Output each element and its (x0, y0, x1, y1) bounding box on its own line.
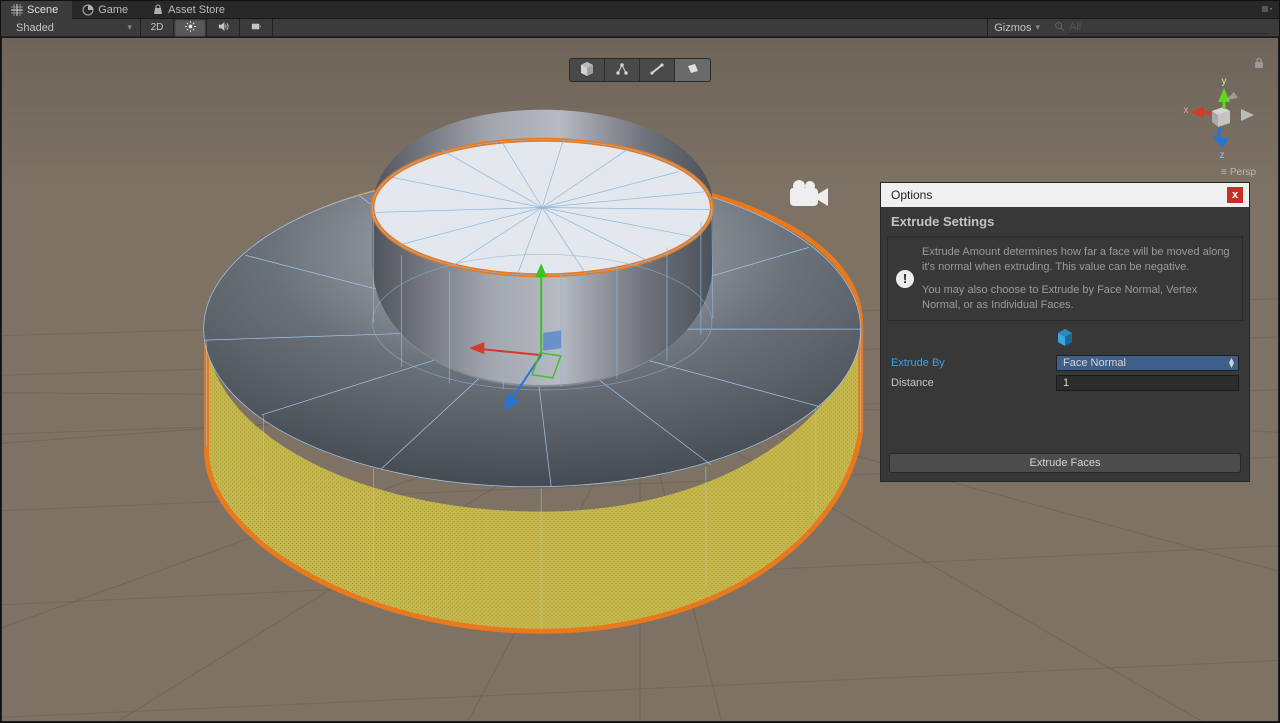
scene-tab-icon (11, 4, 23, 16)
extrude-icon (881, 321, 1249, 353)
tab-asset-store[interactable]: Asset Store (142, 1, 239, 19)
viewport[interactable]: y x z ≡ Persp Options x Extrude Settings… (2, 38, 1278, 721)
close-button[interactable]: x (1227, 187, 1243, 203)
vertex-icon (614, 61, 630, 82)
gizmos-dropdown[interactable]: Gizmos ▾ (987, 19, 1046, 36)
search-icon (1054, 21, 1065, 35)
toggle-2d-button[interactable]: 2D (141, 19, 174, 37)
orientation-gizmo[interactable]: y x z ≡ Persp (1184, 68, 1264, 178)
options-panel: Options x Extrude Settings ! Extrude Amo… (880, 182, 1250, 482)
probuilder-mode-toolbar (569, 58, 711, 82)
tab-game-label: Game (98, 4, 128, 16)
toggle-2d-label: 2D (151, 22, 164, 33)
extrude-by-value: Face Normal (1063, 357, 1126, 369)
scene-toolbar: Shaded ▾ 2D Gizmos ▾ (1, 19, 1279, 37)
options-titlebar[interactable]: Options x (881, 183, 1249, 207)
axis-y-label: y (1222, 76, 1227, 87)
extrude-by-select[interactable]: Face Normal ▴▾ (1056, 355, 1239, 371)
pb-vertex-mode-button[interactable] (605, 59, 640, 82)
section-header: Extrude Settings (881, 207, 1249, 236)
toggle-lighting-button[interactable] (174, 19, 207, 37)
extrude-faces-button[interactable]: Extrude Faces (889, 453, 1241, 473)
extrude-by-row: Extrude By Face Normal ▴▾ (881, 353, 1249, 373)
toggle-fx-button[interactable] (240, 19, 273, 37)
dropdown-caret-icon: ▾ (1035, 22, 1040, 33)
pb-face-mode-button[interactable] (675, 59, 710, 82)
toggle-audio-button[interactable] (207, 19, 240, 37)
scene-search (1054, 19, 1269, 36)
info-paragraph-2: You may also choose to Extrude by Face N… (922, 283, 1234, 313)
info-text: Extrude Amount determines how far a face… (922, 245, 1234, 312)
extrude-by-label: Extrude By (891, 357, 1046, 369)
projection-icon: ≡ (1221, 167, 1227, 178)
shade-mode-label: Shaded (16, 22, 54, 34)
tab-asset-store-label: Asset Store (168, 4, 225, 16)
pb-object-mode-button[interactable] (570, 59, 605, 82)
gizmos-label: Gizmos (994, 22, 1031, 34)
axis-z-label: z (1220, 150, 1225, 161)
select-caret-icon: ▴▾ (1229, 358, 1234, 368)
pb-edge-mode-button[interactable] (640, 59, 675, 82)
distance-label: Distance (891, 377, 1046, 389)
info-box: ! Extrude Amount determines how far a fa… (887, 236, 1243, 321)
sun-icon (184, 20, 197, 36)
tab-scene[interactable]: Scene (1, 1, 72, 19)
info-icon: ! (896, 270, 914, 288)
distance-input[interactable] (1056, 375, 1239, 391)
axis-x-label: x (1184, 105, 1189, 116)
edge-icon (649, 61, 665, 82)
projection-label: Persp (1230, 167, 1256, 178)
projection-toggle[interactable]: ≡ Persp (1221, 167, 1256, 178)
dock-menu-button[interactable] (1255, 1, 1279, 18)
info-paragraph-1: Extrude Amount determines how far a face… (922, 245, 1234, 275)
shade-mode-dropdown[interactable]: Shaded ▾ (1, 19, 141, 36)
camera-gizmo-icon[interactable] (788, 178, 832, 217)
game-tab-icon (82, 4, 94, 16)
tab-scene-label: Scene (27, 4, 58, 16)
audio-icon (217, 20, 230, 36)
distance-row: Distance (881, 373, 1249, 393)
unity-scene-view: Scene Game Asset Store Shaded ▾ 2D (0, 0, 1280, 723)
options-title: Options (891, 188, 932, 202)
tab-game[interactable]: Game (72, 1, 142, 19)
extrude-faces-label: Extrude Faces (1030, 457, 1101, 469)
dropdown-caret-icon: ▾ (127, 22, 132, 33)
tab-bar: Scene Game Asset Store (1, 1, 1279, 19)
cube-icon (579, 61, 595, 82)
face-icon (685, 61, 701, 82)
search-input[interactable] (1069, 21, 1269, 34)
fx-icon (250, 20, 263, 36)
asset-store-icon (152, 4, 164, 16)
